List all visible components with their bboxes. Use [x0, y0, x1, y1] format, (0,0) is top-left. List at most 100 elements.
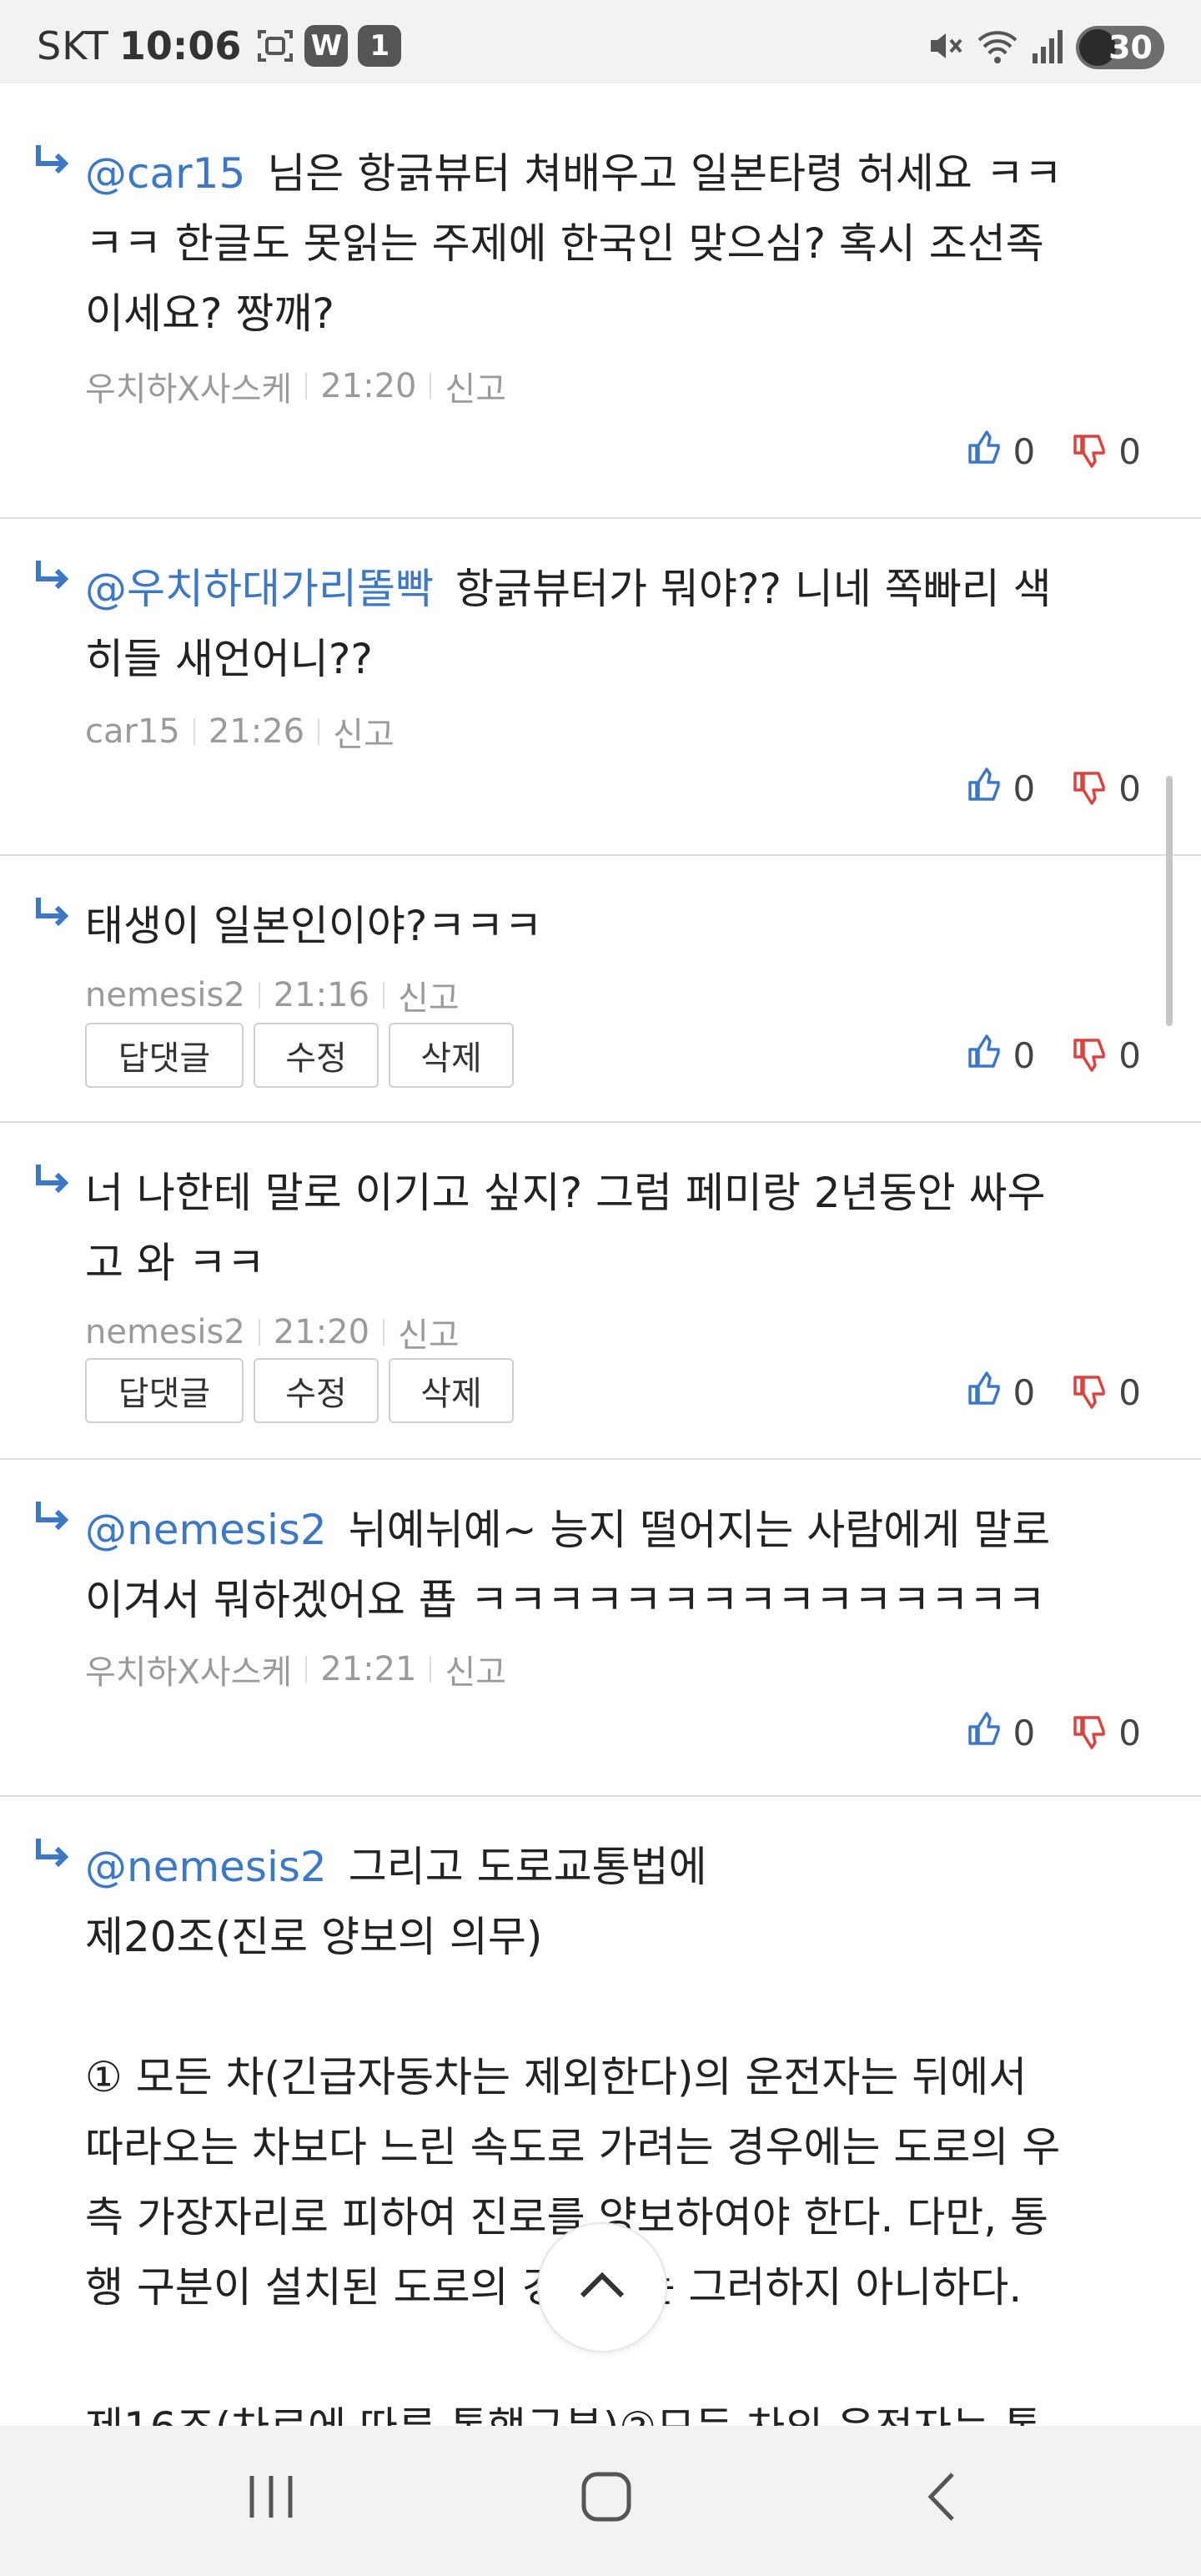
comment-line: 이세요? 짱깨?	[85, 289, 334, 338]
comment-line: ① 모든 차(긴급자동차는 제외한다)의 운전자는 뒤에서	[85, 2053, 1028, 2101]
comment-meta: car15 21:26 신고	[85, 707, 394, 756]
report-link[interactable]: 신고	[398, 971, 460, 1019]
wifi-icon	[976, 27, 1019, 68]
comment-line: 고 와 ㅋㅋ	[85, 1239, 265, 1287]
comment-author[interactable]: 우치하X사스케	[85, 1645, 292, 1693]
dislike-count: 0	[1118, 1034, 1141, 1076]
comment-line: 이겨서 뭐하겠어요 푭 ㅋㅋㅋㅋㅋㅋㅋㅋㅋㅋㅋㅋㅋㅋㅋ	[85, 1576, 1046, 1624]
comment-text: @car15 님은 항긁뷰터 쳐배우고 일본타령 허세요 ㅋㅋ ㅋㅋ 한글도 못읽…	[85, 138, 1164, 349]
comment-time: 21:21	[320, 1650, 417, 1688]
report-link[interactable]: 신고	[445, 362, 506, 410]
comment-meta: 우치하X사스케 21:20 신고	[85, 362, 506, 410]
comment-meta: 우치하X사스케 21:21 신고	[85, 1645, 506, 1693]
vote-bar: 0 0	[967, 766, 1141, 811]
vote-bar: 0 0	[967, 1710, 1141, 1755]
dislike-count: 0	[1118, 1712, 1141, 1753]
dislike-count: 0	[1118, 1371, 1141, 1413]
reply-arrow-icon	[33, 896, 70, 933]
comment-text: @nemesis2 뉘예뉘예~ 능지 떨어지는 사람에게 말로 이겨서 뭐하겠어요…	[85, 1495, 1164, 1635]
vote-bar: 0 0	[967, 1370, 1141, 1415]
reply-button[interactable]: 답댓글	[85, 1023, 244, 1088]
thumbs-down-icon[interactable]	[1072, 1037, 1108, 1074]
vote-bar: 0 0	[967, 1033, 1141, 1078]
chevron-up-icon	[577, 2269, 627, 2306]
scrollbar[interactable]	[1166, 776, 1173, 1026]
comment-meta: nemesis2 21:20 신고	[85, 1308, 460, 1356]
comment-line: ㅋㅋ 한글도 못읽는 주제에 한국인 맞으심? 혹시 조선족	[85, 219, 1044, 268]
thumbs-down-icon[interactable]	[1072, 1374, 1108, 1411]
comment-line: 님은 항긁뷰터 쳐배우고 일본타령 허세요 ㅋㅋ	[267, 149, 1063, 198]
comment-time: 21:20	[320, 367, 417, 405]
thumbs-down-icon[interactable]	[1072, 433, 1108, 470]
edit-button[interactable]: 수정	[254, 1023, 379, 1088]
report-link[interactable]: 신고	[445, 1645, 506, 1693]
mention-link[interactable]: @nemesis2	[85, 1843, 327, 1891]
comment-actions: 답댓글 수정 삭제	[85, 1358, 514, 1423]
notification-count-icon: 1	[358, 25, 402, 67]
comment-line: 그리고 도로교통법에	[348, 1843, 707, 1891]
comment-line: 뉘예뉘예~ 능지 떨어지는 사람에게 말로	[348, 1506, 1051, 1554]
reply-arrow-icon	[33, 1837, 70, 1874]
comment-line: 히들 새언어니??	[85, 635, 373, 683]
delete-button[interactable]: 삭제	[389, 1023, 514, 1088]
reply-arrow-icon	[33, 143, 70, 180]
recent-apps-icon[interactable]	[242, 2468, 300, 2526]
thumbs-up-icon[interactable]	[967, 766, 1003, 811]
reply-arrow-icon	[33, 1500, 70, 1537]
like-count: 0	[1013, 767, 1036, 809]
thumbs-down-icon[interactable]	[1072, 1714, 1108, 1751]
comment-line	[85, 1972, 1164, 2042]
mute-icon	[926, 27, 964, 68]
comment-line: 따라오는 차보다 느린 속도로 가려는 경우에는 도로의 우	[85, 2123, 1061, 2171]
dislike-count: 0	[1118, 430, 1141, 472]
clock: 10:06	[118, 23, 242, 68]
mention-link[interactable]: @우치하대가리똘빡	[85, 565, 434, 613]
reply-arrow-icon	[33, 1163, 70, 1200]
home-icon[interactable]	[577, 2468, 636, 2526]
comment-item: @nemesis2 뉘예뉘예~ 능지 떨어지는 사람에게 말로 이겨서 뭐하겠어요…	[0, 1460, 1201, 1797]
report-link[interactable]: 신고	[333, 707, 394, 756]
scroll-top-button[interactable]	[537, 2222, 667, 2352]
comment-author[interactable]: car15	[85, 712, 180, 751]
comment-actions: 답댓글 수정 삭제	[85, 1023, 514, 1088]
status-bar: SKT 10:06 W 1 30	[0, 0, 1201, 83]
reply-arrow-icon	[33, 559, 70, 596]
report-link[interactable]: 신고	[398, 1308, 460, 1356]
thumbs-up-icon[interactable]	[967, 1033, 1003, 1078]
mention-link[interactable]: @nemesis2	[85, 1506, 327, 1554]
comment-author[interactable]: 우치하X사스케	[85, 362, 292, 410]
like-count: 0	[1013, 1371, 1036, 1413]
comment-list: @car15 님은 항긁뷰터 쳐배우고 일본타령 허세요 ㅋㅋ ㅋㅋ 한글도 못읽…	[0, 83, 1201, 2452]
thumbs-up-icon[interactable]	[967, 429, 1003, 474]
comment-item: 태생이 일본인이야?ㅋㅋㅋ nemesis2 21:16 신고 답댓글 수정 삭…	[0, 856, 1201, 1123]
like-count: 0	[1013, 1034, 1036, 1076]
comment-author[interactable]: nemesis2	[85, 1313, 245, 1351]
carrier-label: SKT	[37, 23, 109, 68]
mention-link[interactable]: @car15	[85, 149, 245, 198]
thumbs-down-icon[interactable]	[1072, 770, 1108, 807]
battery-indicator: 30	[1076, 26, 1164, 69]
comment-line: 항긁뷰터가 뭐야?? 니네 쪽빠리 색	[455, 565, 1052, 613]
like-count: 0	[1013, 1712, 1036, 1753]
like-count: 0	[1013, 430, 1036, 472]
reply-button[interactable]: 답댓글	[85, 1358, 244, 1423]
screenshot-icon	[256, 27, 294, 65]
comment-time: 21:20	[273, 1313, 370, 1351]
comment-item: 너 나한테 말로 이기고 싶지? 그럼 페미랑 2년동안 싸우 고 와 ㅋㅋ n…	[0, 1123, 1201, 1460]
app-w-icon: W	[304, 25, 349, 67]
signal-icon	[1031, 27, 1064, 68]
edit-button[interactable]: 수정	[254, 1358, 379, 1423]
back-icon[interactable]	[912, 2468, 971, 2526]
comment-author[interactable]: nemesis2	[85, 976, 245, 1014]
comment-text: @nemesis2 그리고 도로교통법에 제20조(진로 양보의 의무) ① 모든…	[85, 1832, 1164, 2463]
comment-text: 태생이 일본인이야?ㅋㅋㅋ	[85, 891, 1164, 961]
comment-line: 태생이 일본인이야?ㅋㅋㅋ	[85, 902, 543, 950]
comment-item: @car15 님은 항긁뷰터 쳐배우고 일본타령 허세요 ㅋㅋ ㅋㅋ 한글도 못읽…	[0, 83, 1201, 519]
comment-text: @우치하대가리똘빡 항긁뷰터가 뭐야?? 니네 쪽빠리 색 히들 새언어니??	[85, 554, 1164, 694]
navigation-bar	[0, 2426, 1201, 2576]
thumbs-up-icon[interactable]	[967, 1370, 1003, 1415]
delete-button[interactable]: 삭제	[389, 1358, 514, 1423]
comment-text: 너 나한테 말로 이기고 싶지? 그럼 페미랑 2년동안 싸우 고 와 ㅋㅋ	[85, 1158, 1164, 1298]
vote-bar: 0 0	[967, 429, 1141, 474]
thumbs-up-icon[interactable]	[967, 1710, 1003, 1755]
